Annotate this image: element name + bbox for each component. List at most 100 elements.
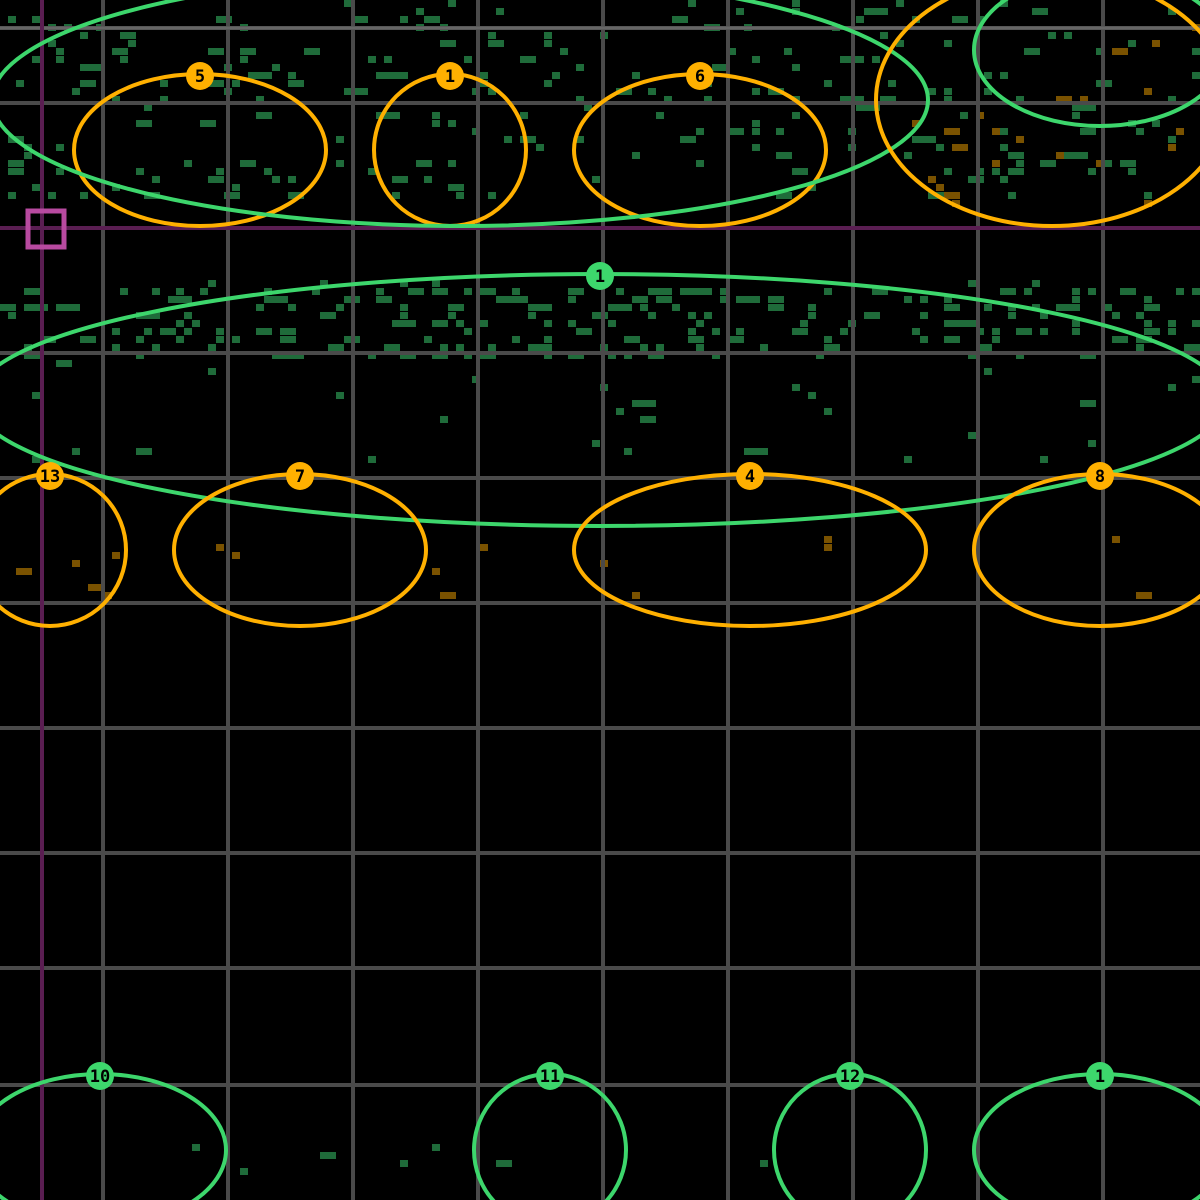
terrain-dot <box>120 56 128 63</box>
terrain-dot <box>136 120 152 127</box>
terrain-dot <box>264 72 272 79</box>
terrain-dot <box>400 320 408 327</box>
terrain-dot <box>696 320 704 327</box>
terrain-dot <box>440 416 448 423</box>
terrain-dot <box>392 72 408 79</box>
terrain-dot <box>528 312 536 319</box>
terrain-dot <box>904 456 912 463</box>
terrain-dot <box>632 296 640 303</box>
terrain-dot <box>488 192 496 199</box>
terrain-dot <box>808 312 816 319</box>
terrain-dot <box>32 16 40 23</box>
terrain-dot <box>552 72 560 79</box>
terrain-dot <box>1064 32 1072 39</box>
terrain-dot <box>520 112 528 119</box>
terrain-dot <box>0 304 16 311</box>
terrain-dot <box>208 368 216 375</box>
terrain-dot <box>1072 328 1080 335</box>
ring-badge-label: 12 <box>840 1067 860 1087</box>
terrain-dot <box>1128 168 1136 175</box>
terrain-dot <box>1072 296 1080 303</box>
terrain-dot <box>432 1144 440 1151</box>
terrain-dot <box>336 136 344 143</box>
terrain-dot <box>984 304 992 311</box>
terrain-dot <box>544 320 552 327</box>
terrain-dot <box>88 80 96 87</box>
game-map-canvas[interactable]: 5 1 6 1 13 7 4 8 10 11 12 1 <box>0 0 1200 1200</box>
terrain-dot <box>1048 160 1056 167</box>
terrain-dot <box>1152 120 1160 127</box>
terrain-dot <box>1144 88 1152 95</box>
terrain-dot <box>480 72 488 79</box>
terrain-dot <box>592 312 608 319</box>
terrain-dot <box>480 544 488 551</box>
terrain-dot <box>144 104 152 111</box>
terrain-dot <box>1088 288 1096 295</box>
terrain-dot <box>688 328 696 335</box>
terrain-dot <box>632 72 640 79</box>
terrain-dot <box>432 288 448 295</box>
terrain-dot <box>1112 48 1128 55</box>
terrain-dot <box>808 392 816 399</box>
terrain-dot <box>288 304 296 311</box>
terrain-dot <box>288 176 296 183</box>
terrain-dot <box>624 448 632 455</box>
terrain-dot <box>576 64 584 71</box>
terrain-dot <box>544 304 552 311</box>
terrain-dot <box>24 152 32 159</box>
terrain-dot <box>696 288 712 295</box>
terrain-dot <box>1136 592 1152 599</box>
terrain-dot <box>632 592 640 599</box>
ring-badge-label: 6 <box>695 67 705 87</box>
terrain-dot <box>656 344 664 351</box>
terrain-dot <box>320 1152 336 1159</box>
terrain-dot <box>432 120 440 127</box>
terrain-dot <box>968 432 976 439</box>
terrain-dot <box>1144 304 1160 311</box>
terrain-dot <box>120 32 136 39</box>
terrain-dot <box>616 408 624 415</box>
terrain-dot <box>376 296 392 303</box>
terrain-dot <box>680 136 696 143</box>
terrain-dot <box>592 176 600 183</box>
terrain-dot <box>704 312 712 319</box>
terrain-dot <box>56 360 72 367</box>
terrain-dot <box>208 280 216 287</box>
terrain-dot <box>80 32 88 39</box>
terrain-dot <box>1008 288 1016 295</box>
terrain-dot <box>8 168 24 175</box>
terrain-dot <box>824 288 832 295</box>
terrain-dot <box>856 16 864 23</box>
terrain-dot <box>184 312 192 319</box>
terrain-dot <box>216 336 224 343</box>
terrain-dot <box>832 344 840 351</box>
terrain-dot <box>256 328 272 335</box>
terrain-dot <box>432 568 440 575</box>
terrain-dot <box>448 312 456 319</box>
terrain-dot <box>904 296 912 303</box>
terrain-dot <box>736 336 744 343</box>
terrain-dot <box>456 344 464 351</box>
terrain-dot <box>208 48 224 55</box>
terrain-dot <box>400 304 408 311</box>
terrain-dot <box>336 392 344 399</box>
terrain-dot <box>1192 376 1200 383</box>
terrain-dot <box>72 88 80 95</box>
terrain-dot <box>824 336 832 343</box>
terrain-dot <box>336 304 344 311</box>
ring-badge-label: 8 <box>1095 467 1105 487</box>
ring-badge-label: 1 <box>1095 1067 1105 1087</box>
terrain-dot <box>400 1160 408 1167</box>
terrain-dot <box>968 280 976 287</box>
terrain-dot <box>512 288 520 295</box>
terrain-dot <box>240 160 256 167</box>
terrain-dot <box>368 56 376 63</box>
terrain-dot <box>392 176 408 183</box>
terrain-dot <box>688 0 696 7</box>
terrain-dot <box>24 304 32 311</box>
terrain-dot <box>304 48 320 55</box>
terrain-dot <box>760 1160 768 1167</box>
terrain-dot <box>920 296 928 303</box>
terrain-dot <box>1016 328 1024 335</box>
terrain-dot <box>824 408 832 415</box>
